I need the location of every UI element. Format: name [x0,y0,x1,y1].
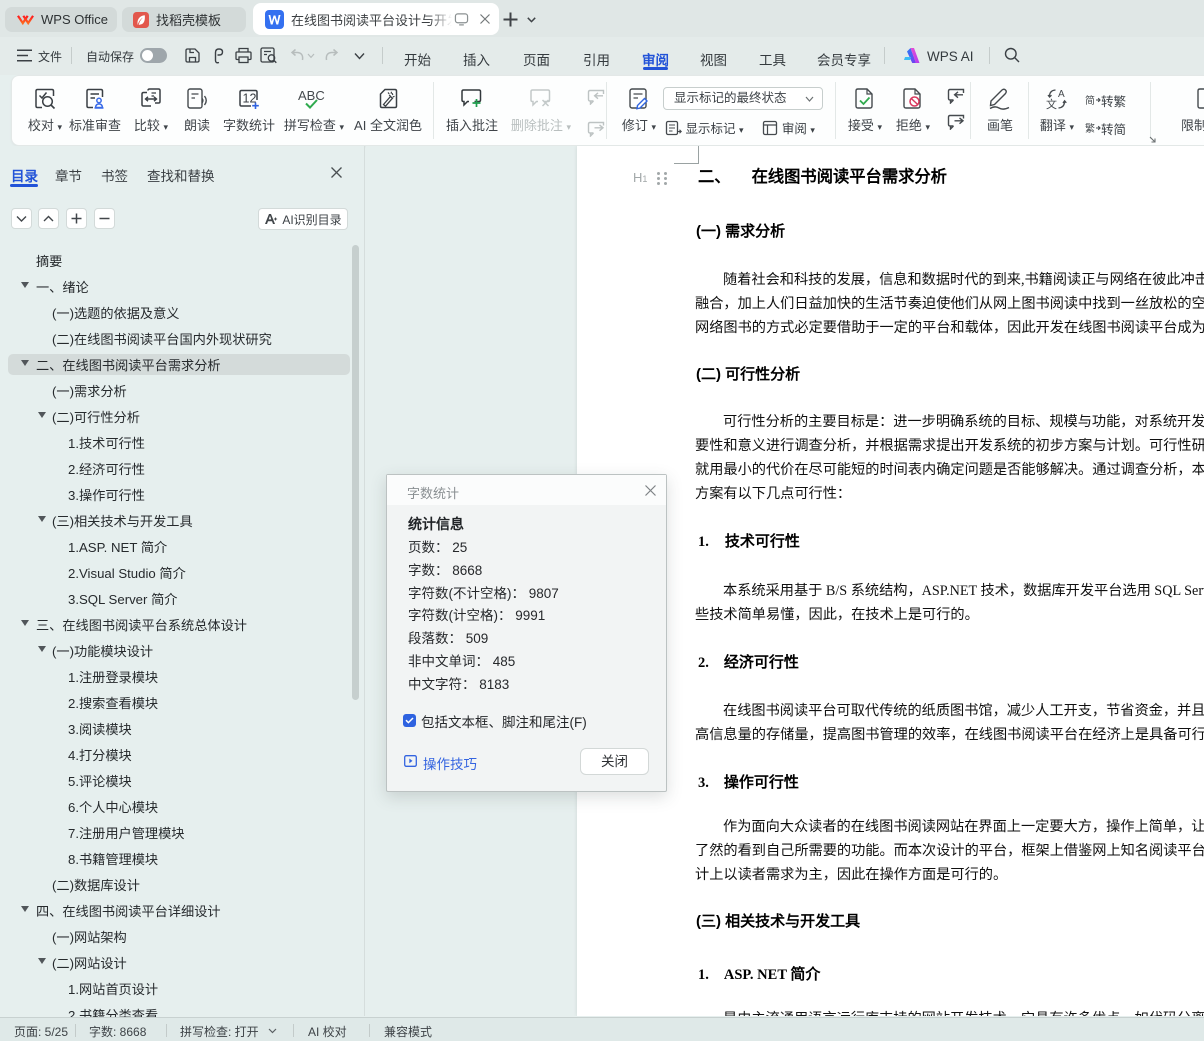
svg-text:12: 12 [243,91,257,105]
svg-text:简: 简 [1085,94,1095,107]
svg-text:A: A [1058,89,1065,100]
svg-text:繁: 繁 [1085,122,1095,135]
svg-text:文: 文 [1046,97,1057,111]
svg-text:ABC: ABC [298,88,325,103]
